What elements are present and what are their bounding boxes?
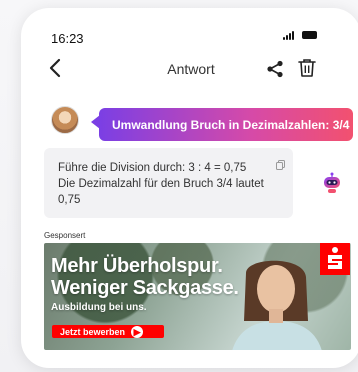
header: Antwort [21, 54, 358, 84]
status-time: 16:23 [51, 31, 84, 46]
assistant-bot-avatar [320, 171, 344, 195]
ad-subline: Ausbildung bei uns. [51, 302, 147, 313]
ad-cta-label: Jetzt bewerben [60, 326, 126, 337]
ad-person-image [232, 260, 322, 350]
play-arrow-icon: ▶ [131, 325, 144, 338]
signal-icon [283, 30, 294, 40]
answer-bubble: Führe die Division durch: 3 : 4 = 0,75 D… [44, 148, 293, 218]
battery-icon [302, 31, 317, 39]
sponsored-label: Gesponsert [44, 231, 86, 240]
delete-button[interactable] [298, 58, 316, 83]
ad-headline-2: Weniger Sackgasse. [51, 277, 239, 299]
question-bubble: Umwandlung Bruch in Dezimalzahlen: 3/4 [99, 108, 353, 141]
status-icons [283, 30, 317, 40]
ad-cta-button[interactable]: Jetzt bewerben ▶ [52, 325, 164, 338]
answer-line: Die Dezimalzahl für den Bruch 3/4 lautet [58, 178, 264, 190]
answer-line: 0,75 [58, 194, 81, 206]
sparkasse-logo-icon [320, 243, 350, 275]
share-icon [267, 60, 283, 78]
copy-icon [276, 160, 285, 170]
answer-line: Führe die Division durch: 3 : 4 = 0,75 [58, 162, 247, 174]
robot-icon [324, 172, 340, 193]
share-button[interactable] [266, 60, 284, 83]
phone-frame: 16:23 Antwort Umwandlung Bruch in Dezima… [21, 8, 358, 368]
copy-button[interactable] [276, 157, 285, 170]
trash-icon [298, 59, 316, 77]
ad-headline-1: Mehr Überholspur. [51, 255, 223, 277]
ad-banner[interactable]: Mehr Überholspur. Weniger Sackgasse. Aus… [44, 243, 351, 350]
user-avatar [51, 106, 79, 134]
